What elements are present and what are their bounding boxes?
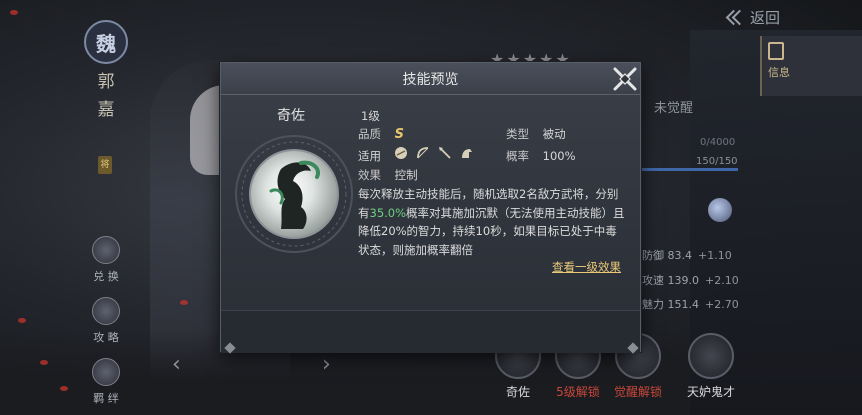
applies-icons xyxy=(394,146,474,160)
stat-label: 魅力 151.4 xyxy=(642,298,699,311)
stat-label: 攻速 139.0 xyxy=(642,274,699,287)
bond-icon xyxy=(92,358,120,386)
prev-hero-button[interactable]: ‹ xyxy=(172,352,181,377)
dialog-header: 技能预览 xyxy=(221,63,640,95)
skill-description: 每次释放主动技能后，随机选取2名敌方武将，分别有35.0%概率对其施加沉默（无法… xyxy=(358,185,628,259)
tab-info-label: 信息 xyxy=(768,66,790,79)
dialog-title: 技能预览 xyxy=(402,71,459,88)
stat-bonus: +1.10 xyxy=(698,249,732,262)
skill-preview-dialog: 技能预览 奇佐 1级 品质 S 类型 被动 适用 概率 100% 效果 控制 每… xyxy=(220,62,642,354)
spear-icon xyxy=(439,147,451,159)
hero-name: 郭 嘉 xyxy=(94,68,118,124)
description-highlight: 35.0% xyxy=(369,205,407,220)
guide-button[interactable]: 攻 略 xyxy=(86,297,126,345)
effect-value: 控制 xyxy=(394,168,418,182)
exp-value-bottom: 150/150 xyxy=(696,156,738,167)
type-row: 类型 被动 xyxy=(506,126,566,142)
applies-label: 适用 xyxy=(358,149,381,163)
skill-name: 奇佐 xyxy=(277,108,305,124)
horse-icon xyxy=(462,149,472,158)
type-label: 类型 xyxy=(506,127,529,141)
skill-level: 1级 xyxy=(361,109,380,123)
quality-grade: S xyxy=(394,127,405,142)
scroll-icon xyxy=(768,42,784,60)
rank-chip: 将 xyxy=(98,156,112,174)
stat-label: 防御 83.4 xyxy=(642,249,692,262)
dialog-footer xyxy=(221,310,640,353)
tab-info[interactable]: 信息 xyxy=(760,36,862,96)
bond-button[interactable]: 羁 绊 xyxy=(86,358,126,406)
skill-slot-label: 觉醒解锁 xyxy=(613,385,662,399)
petal-decoration xyxy=(180,300,188,305)
hero-name-char: 郭 xyxy=(97,72,115,92)
bow-icon xyxy=(417,147,429,159)
back-label: 返回 xyxy=(750,8,781,27)
petal-decoration xyxy=(10,10,18,15)
petal-decoration xyxy=(40,360,48,365)
exp-bar xyxy=(642,168,738,171)
rail-button-label: 攻 略 xyxy=(93,331,119,344)
exchange-icon xyxy=(92,236,120,264)
awaken-status: 未觉醒 xyxy=(654,101,694,116)
strategist-silhouette-icon xyxy=(269,160,320,229)
type-value: 被动 xyxy=(542,127,566,141)
chance-label: 概率 xyxy=(506,149,529,163)
stat-bonus: +2.10 xyxy=(705,274,739,287)
quality-label: 品质 xyxy=(358,127,381,141)
skill-slot-label: 天妒鬼才 xyxy=(686,385,735,399)
close-button[interactable] xyxy=(608,63,642,95)
petal-decoration xyxy=(60,386,68,391)
close-icon xyxy=(613,67,637,91)
stat-speed: 攻速 139.0 +2.10 xyxy=(642,272,739,288)
faction-badge: 魏 xyxy=(84,20,128,64)
quality-row: 品质 S xyxy=(358,126,404,142)
skill-portrait xyxy=(249,149,339,239)
rail-button-label: 兑 换 xyxy=(93,270,119,283)
effect-row: 效果 控制 xyxy=(358,167,418,183)
hero-name-char: 嘉 xyxy=(97,100,115,120)
back-button[interactable]: 返回 xyxy=(726,6,780,28)
view-level1-effect-link[interactable]: 查看一级效果 xyxy=(552,259,621,275)
chance-row: 概率 100% xyxy=(506,148,576,164)
shield-icon xyxy=(395,147,407,159)
orb-icon[interactable] xyxy=(708,198,732,222)
exp-value-top: 0/4000 xyxy=(700,137,736,148)
double-chevron-left-icon xyxy=(726,10,744,24)
skill-slot-label: 5级解锁 xyxy=(556,385,600,399)
stat-defense: 防御 83.4 +1.10 xyxy=(642,247,732,263)
skill-slot-label: 奇佐 xyxy=(505,385,530,399)
skill-emblem xyxy=(233,133,355,255)
exchange-button[interactable]: 兑 换 xyxy=(86,236,126,284)
rail-button-label: 羁 绊 xyxy=(93,392,119,405)
next-hero-button[interactable]: › xyxy=(322,352,331,377)
stat-bonus: +2.70 xyxy=(705,298,739,311)
effect-label: 效果 xyxy=(358,168,381,182)
skill-slot-icon xyxy=(688,333,734,379)
skill-slot-tianduguicai[interactable]: 天妒鬼才 xyxy=(676,333,746,400)
petal-decoration xyxy=(18,318,26,323)
stat-charm: 魅力 151.4 +2.70 xyxy=(642,296,739,312)
chance-value: 100% xyxy=(542,149,576,163)
guide-icon xyxy=(92,297,120,325)
